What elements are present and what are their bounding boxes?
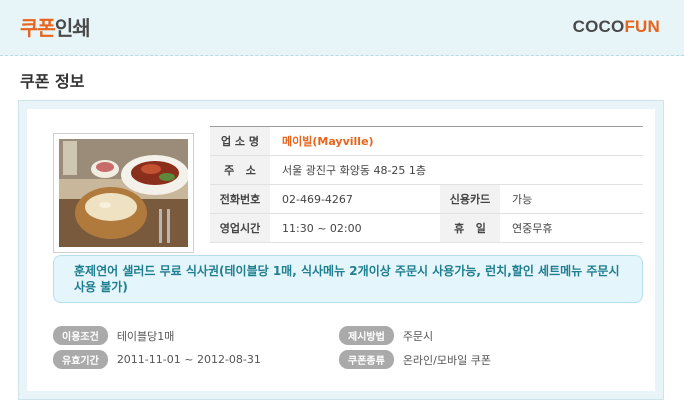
meta-type: 쿠폰종류 온라인/모바일 쿠폰 [339, 350, 491, 369]
food-photo-image [59, 139, 188, 247]
title-accent: 쿠폰 [20, 16, 56, 40]
table-row: 영업시간 11:30 ~ 02:00 휴 일 연중무휴 [210, 213, 643, 243]
hours-value: 11:30 ~ 02:00 [270, 213, 440, 243]
page-title: 쿠폰인쇄 [20, 12, 91, 41]
table-row: 전화번호 02-469-4267 신용카드 가능 [210, 184, 643, 214]
section-title: 쿠폰 정보 [20, 72, 85, 91]
card-value: 가능 [500, 184, 643, 214]
meta-condition: 이용조건 테이블당1매 [53, 326, 174, 345]
card-label: 신용카드 [440, 184, 500, 214]
store-name-label: 업 소 명 [210, 126, 270, 156]
meta-period: 유효기간 2011-11-01 ~ 2012-08-31 [53, 350, 261, 369]
address-label: 주 소 [210, 155, 270, 185]
table-row: 주 소 서울 광진구 화양동 48-25 1층 [210, 155, 643, 185]
period-badge: 유효기간 [53, 350, 108, 369]
period-value: 2011-11-01 ~ 2012-08-31 [116, 353, 261, 366]
type-badge: 쿠폰종류 [339, 350, 394, 369]
store-info-table: 업 소 명 메이빌(Mayville) 주 소 서울 광진구 화양동 48-25… [210, 126, 643, 243]
holiday-value: 연중무휴 [500, 213, 643, 243]
address-value: 서울 광진구 화양동 48-25 1층 [270, 155, 643, 185]
brand-logo-part2: FUN [624, 17, 660, 36]
method-value: 주문시 [402, 329, 434, 343]
page-header: 쿠폰인쇄 COCOFUN [0, 0, 684, 56]
brand-logo-part1: COCO [572, 17, 625, 36]
brand-logo: COCOFUN [573, 17, 660, 37]
store-name: 메이빌(Mayville) [282, 135, 374, 148]
coupon-notice: 훈제연어 샐러드 무료 식사권(테이블당 1매, 식사메뉴 2개이상 주문시 사… [53, 255, 643, 303]
hours-label: 영업시간 [210, 213, 270, 243]
condition-value: 테이블당1매 [116, 329, 175, 343]
coupon-box: 업 소 명 메이빌(Mayville) 주 소 서울 광진구 화양동 48-25… [18, 100, 664, 400]
meta-method: 제시방법 주문시 [339, 326, 433, 345]
table-row: 업 소 명 메이빌(Mayville) [210, 126, 643, 156]
condition-badge: 이용조건 [53, 326, 108, 345]
holiday-label: 휴 일 [440, 213, 500, 243]
type-value: 온라인/모바일 쿠폰 [402, 353, 491, 367]
title-rest: 인쇄 [54, 16, 91, 40]
store-photo [53, 133, 194, 253]
method-badge: 제시방법 [339, 326, 394, 345]
phone-label: 전화번호 [210, 184, 270, 214]
phone-value: 02-469-4267 [270, 184, 440, 214]
